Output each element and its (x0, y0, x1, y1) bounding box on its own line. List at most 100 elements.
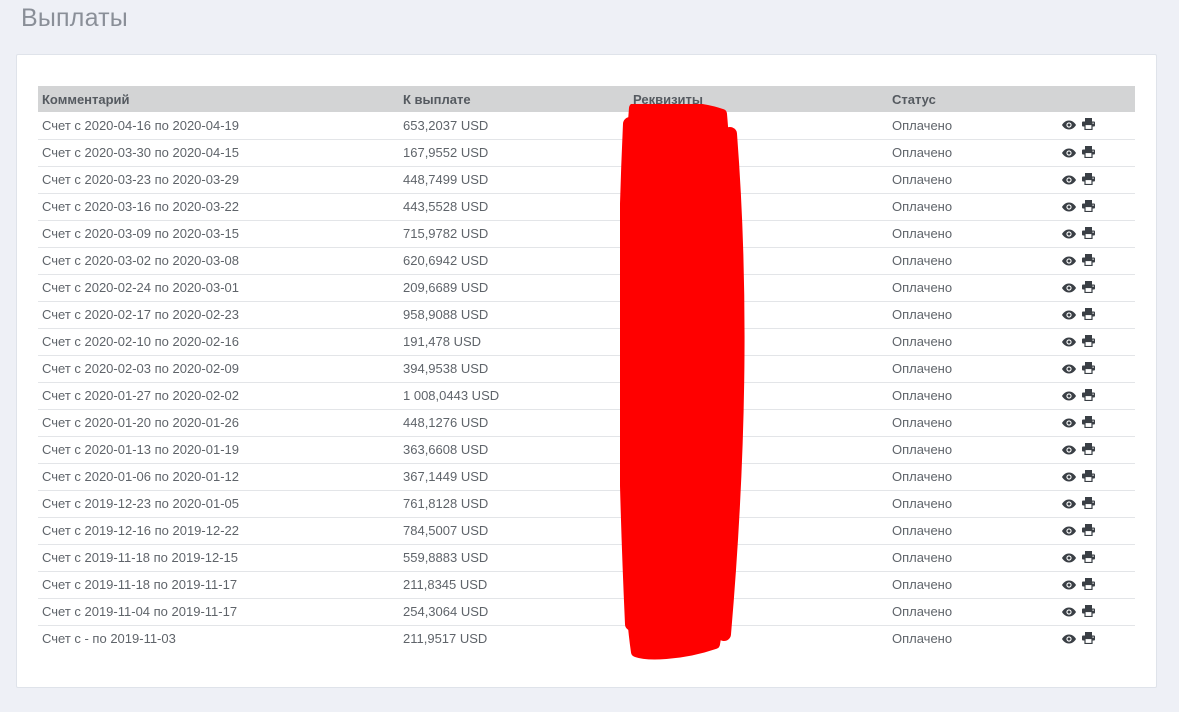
column-header-details: Реквизиты (633, 91, 703, 107)
row-details (629, 166, 888, 193)
eye-icon[interactable] (1062, 281, 1076, 296)
row-amount: 363,6608 USD (403, 442, 489, 457)
row-amount: 620,6942 USD (403, 253, 489, 268)
eye-icon[interactable] (1062, 632, 1076, 647)
print-icon[interactable] (1082, 442, 1095, 458)
row-status: Оплачено (892, 117, 953, 133)
row-actions (1058, 409, 1135, 436)
table-row: Счет с 2020-01-20 по 2020-01-26 448,1276 … (38, 409, 1135, 436)
row-status: Оплачено (892, 361, 953, 376)
row-status: Оплачено (892, 631, 953, 647)
eye-icon[interactable] (1062, 173, 1076, 188)
print-icon[interactable] (1082, 226, 1095, 242)
row-details (629, 517, 888, 544)
row-details (629, 544, 888, 571)
row-comment: Счет с 2020-01-06 по 2020-01-12 (42, 469, 239, 484)
row-comment: Счет с 2020-01-20 по 2020-01-26 (42, 415, 239, 430)
payouts-panel: Комментарий К выплате Реквизиты Статус С… (16, 54, 1157, 688)
print-icon[interactable] (1082, 172, 1095, 188)
payouts-table: Комментарий К выплате Реквизиты Статус С… (38, 86, 1135, 652)
row-actions (1058, 112, 1135, 139)
row-status: Оплачено (892, 145, 953, 160)
row-details (629, 598, 888, 625)
row-amount: 211,8345 USD (403, 577, 488, 592)
eye-icon[interactable] (1062, 605, 1076, 620)
table-row: Счет с 2019-11-04 по 2019-11-17 254,3064 … (38, 598, 1135, 625)
row-actions (1058, 544, 1135, 571)
print-icon[interactable] (1082, 523, 1095, 539)
row-comment: Счет с 2020-02-03 по 2020-02-09 (42, 361, 239, 376)
print-icon[interactable] (1082, 496, 1095, 512)
eye-icon[interactable] (1062, 443, 1076, 458)
row-details (629, 571, 888, 598)
print-icon[interactable] (1082, 469, 1095, 485)
row-details (629, 409, 888, 436)
row-status: Оплачено (892, 442, 953, 457)
row-actions (1058, 301, 1135, 328)
row-amount: 254,3064 USD (403, 604, 489, 619)
eye-icon[interactable] (1062, 416, 1076, 431)
row-comment: Счет с 2020-04-16 по 2020-04-19 (42, 117, 239, 133)
eye-icon[interactable] (1062, 551, 1076, 566)
row-details (629, 463, 888, 490)
row-status: Оплачено (892, 469, 953, 484)
print-icon[interactable] (1082, 415, 1095, 431)
eye-icon[interactable] (1062, 200, 1076, 215)
row-status: Оплачено (892, 307, 953, 322)
row-details (629, 301, 888, 328)
print-icon[interactable] (1082, 550, 1095, 566)
row-actions (1058, 598, 1135, 625)
print-icon[interactable] (1082, 334, 1095, 350)
row-details (629, 382, 888, 409)
print-icon[interactable] (1082, 388, 1095, 404)
eye-icon[interactable] (1062, 227, 1076, 242)
row-comment: Счет с 2019-11-18 по 2019-12-15 (42, 550, 239, 565)
eye-icon[interactable] (1062, 389, 1076, 404)
table-row: Счет с 2020-02-10 по 2020-02-16 191,478 U… (38, 328, 1135, 355)
eye-icon[interactable] (1062, 308, 1076, 323)
column-header-amount: К выплате (403, 91, 471, 107)
row-amount: 784,5007 USD (403, 523, 489, 538)
print-icon[interactable] (1082, 145, 1095, 161)
row-details (629, 112, 888, 139)
table-row: Счет с 2020-03-09 по 2020-03-15 715,9782 … (38, 220, 1135, 247)
row-details (629, 490, 888, 517)
table-row: Счет с 2020-02-24 по 2020-03-01 209,6689 … (38, 274, 1135, 301)
row-comment: Счет с 2020-03-09 по 2020-03-15 (42, 226, 239, 241)
row-comment: Счет с 2020-02-17 по 2020-02-23 (42, 307, 239, 322)
eye-icon[interactable] (1062, 497, 1076, 512)
column-header-status: Статус (892, 91, 936, 107)
print-icon[interactable] (1082, 118, 1095, 133)
print-icon[interactable] (1082, 199, 1095, 215)
eye-icon[interactable] (1062, 335, 1076, 350)
table-row: Счет с 2019-11-18 по 2019-11-17 211,8345 … (38, 571, 1135, 598)
eye-icon[interactable] (1062, 118, 1076, 133)
row-amount: 448,1276 USD (403, 415, 489, 430)
row-actions (1058, 247, 1135, 274)
row-details (629, 328, 888, 355)
print-icon[interactable] (1082, 631, 1095, 647)
table-row: Счет с 2020-02-17 по 2020-02-23 958,9088 … (38, 301, 1135, 328)
eye-icon[interactable] (1062, 470, 1076, 485)
print-icon[interactable] (1082, 577, 1095, 593)
column-header-actions (1058, 86, 1135, 112)
eye-icon[interactable] (1062, 578, 1076, 593)
print-icon[interactable] (1082, 604, 1095, 620)
eye-icon[interactable] (1062, 524, 1076, 539)
row-actions (1058, 328, 1135, 355)
row-status: Оплачено (892, 172, 953, 187)
eye-icon[interactable] (1062, 146, 1076, 161)
row-amount: 958,9088 USD (403, 307, 489, 322)
row-actions (1058, 139, 1135, 166)
row-comment: Счет с - по 2019-11-03 (42, 631, 176, 647)
print-icon[interactable] (1082, 307, 1095, 323)
print-icon[interactable] (1082, 253, 1095, 269)
row-comment: Счет с 2020-01-27 по 2020-02-02 (42, 388, 239, 403)
print-icon[interactable] (1082, 361, 1095, 377)
print-icon[interactable] (1082, 280, 1095, 296)
row-actions (1058, 490, 1135, 517)
eye-icon[interactable] (1062, 362, 1076, 377)
eye-icon[interactable] (1062, 254, 1076, 269)
row-amount: 443,5528 USD (403, 199, 489, 214)
row-comment: Счет с 2020-02-10 по 2020-02-16 (42, 334, 239, 349)
